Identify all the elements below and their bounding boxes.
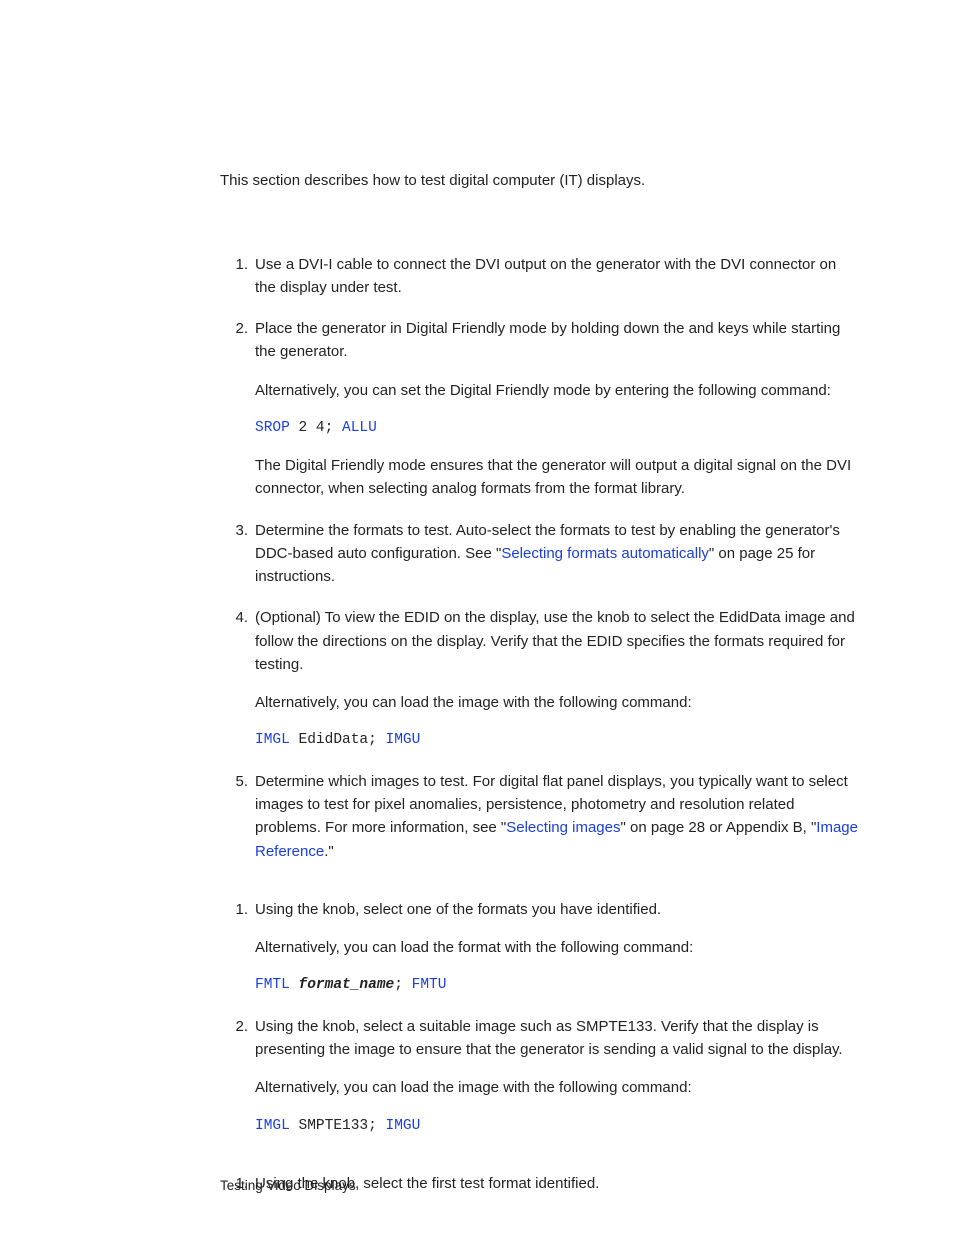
list-body: Use a DVI-I cable to connect the DVI out… — [255, 253, 860, 300]
list-number: 3. — [220, 519, 248, 542]
sub-paragraph: The Digital Friendly mode ensures that t… — [255, 454, 860, 501]
command-line: SROP 2 4; ALLU — [255, 417, 860, 439]
command-line: FMTL format_name; FMTU — [255, 974, 860, 996]
cross-reference-link[interactable]: Selecting formats automatically — [501, 545, 709, 562]
sub-paragraph: Alternatively, you can load the image wi… — [255, 1076, 860, 1099]
list-number: 4. — [220, 606, 248, 629]
list-number: 1. — [220, 253, 248, 276]
command-line: IMGL SMPTE133; IMGU — [255, 1115, 860, 1137]
list-body: Using the knob, select one of the format… — [255, 898, 860, 921]
list-number: 2. — [220, 1015, 248, 1038]
page-body: This section describes how to test digit… — [220, 170, 860, 1230]
list-body: Determine the formats to test. Auto-sele… — [255, 519, 860, 589]
list-body: Using the knob, select a suitable image … — [255, 1015, 860, 1062]
page-footer: Testing Video Displays — [220, 1178, 356, 1193]
list-body: Determine which images to test. For digi… — [255, 770, 860, 863]
sub-paragraph: Alternatively, you can set the Digital F… — [255, 379, 860, 402]
list-number: 2. — [220, 317, 248, 340]
list-item: 2. Using the knob, select a suitable imag… — [220, 1015, 860, 1137]
list-number: 1. — [220, 898, 248, 921]
list-item: 3. Determine the formats to test. Auto-se… — [220, 519, 860, 589]
procedure-list-a: 1. Use a DVI-I cable to connect the DVI o… — [220, 253, 860, 863]
list-number: 5. — [220, 770, 248, 793]
command-line: IMGL EdidData; IMGU — [255, 729, 860, 751]
list-item: 2. Place the generator in Digital Friendl… — [220, 317, 860, 501]
cross-reference-link[interactable]: Selecting images — [506, 819, 620, 836]
sub-paragraph: Alternatively, you can load the image wi… — [255, 691, 860, 714]
list-item: 5. Determine which images to test. For di… — [220, 770, 860, 863]
list-body: Place the generator in Digital Friendly … — [255, 317, 860, 364]
list-item: 1. Use a DVI-I cable to connect the DVI o… — [220, 253, 860, 300]
procedure-list-b: 1. Using the knob, select one of the form… — [220, 898, 860, 1137]
intro-paragraph: This section describes how to test digit… — [220, 170, 860, 193]
sub-paragraph: Alternatively, you can load the format w… — [255, 936, 860, 959]
list-body: (Optional) To view the EDID on the displ… — [255, 606, 860, 676]
list-item: 4. (Optional) To view the EDID on the dis… — [220, 606, 860, 751]
list-item: 1. Using the knob, select one of the form… — [220, 898, 860, 997]
